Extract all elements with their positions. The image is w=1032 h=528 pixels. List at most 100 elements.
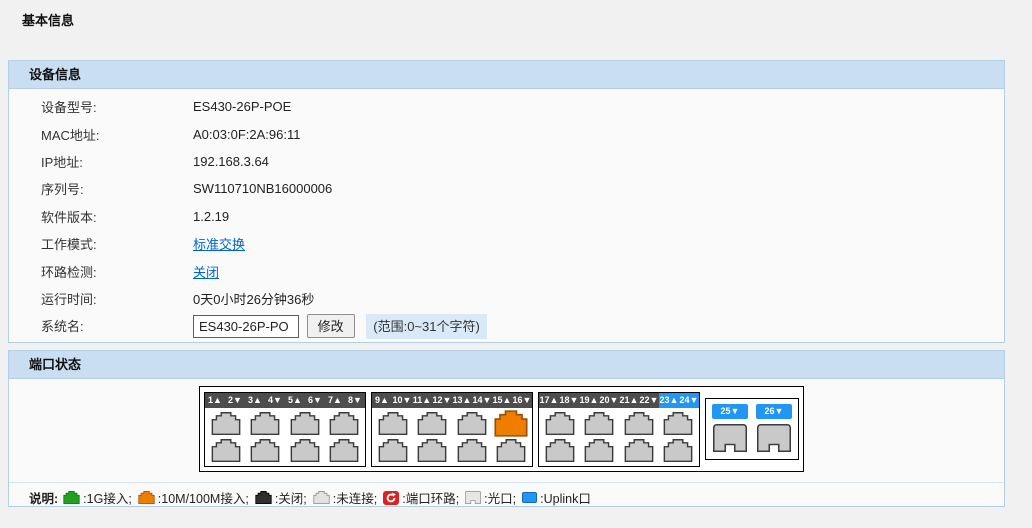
legend-rj45-icon [255,491,272,504]
legend-label-2: :10M/100M接入; [158,488,249,507]
row-label-software-version: 软件版本: [41,207,193,226]
legend-item-5: :端口环路; [383,488,459,507]
port-icon-10[interactable] [378,439,408,462]
fiber-port-25: 25▼ [712,404,748,452]
port-icon-12[interactable] [417,439,447,462]
system-name-label: 系统名: [41,316,193,335]
device-info-rows: 设备型号:ES430-26P-POEMAC地址:A0:03:0F:2A:96:1… [9,89,1004,312]
row-label-uptime: 运行时间: [41,289,193,308]
legend-uplink-icon [522,492,537,503]
row-value-uptime: 0天0小时26分钟36秒 [193,289,314,308]
port-label: 4▼ [265,393,285,408]
port-icon-16[interactable] [496,439,526,462]
device-info-row-software-version: 软件版本:1.2.19 [9,203,1004,230]
row-label-ip-address: IP地址: [41,152,193,171]
row-label-loop-detect: 环路检测: [41,262,193,281]
port-block-body [539,408,699,466]
system-name-input[interactable] [193,315,299,338]
port-block-body [372,408,532,466]
port-label: 8▼ [345,393,365,408]
port-label: 3▲ [245,393,265,408]
port-block-header: 1▲2▼3▲4▼5▲6▼7▲8▼ [205,393,365,408]
fiber-port-icon-26[interactable] [757,424,791,452]
port-icon-15[interactable] [494,410,529,436]
port-label: 5▲ [285,393,305,408]
port-row [540,437,698,464]
port-icon-2[interactable] [211,439,241,462]
port-label: 9▲ [372,393,392,408]
row-label-mac-address: MAC地址: [41,125,193,144]
port-label: 16▼ [512,393,532,408]
device-info-row-loop-detect: 环路检测:关闭 [9,257,1004,284]
modify-button[interactable]: 修改 [307,314,355,338]
device-info-panel: 设备信息 设备型号:ES430-26P-POEMAC地址:A0:03:0F:2A… [8,60,1005,343]
port-label: 11▲ [412,393,432,408]
port-icon-14[interactable] [457,439,487,462]
device-info-header: 设备信息 [9,61,1004,89]
port-row [206,410,364,437]
port-label: 22▼ [639,393,659,408]
port-icon-21[interactable] [624,412,654,435]
port-icon-7[interactable] [329,412,359,435]
port-icon-17[interactable] [545,412,575,435]
port-icon-1[interactable] [211,412,241,435]
fiber-port-26: 26▼ [756,404,792,452]
legend-item-2: :10M/100M接入; [138,488,249,507]
legend-item-7: :Uplink口 [522,488,591,507]
port-icon-23[interactable] [663,412,693,435]
port-icon-13[interactable] [457,412,487,435]
legend-label-3: :关闭; [275,488,307,507]
port-label: 23▲ [659,393,679,408]
legend-rj45-icon [138,491,155,504]
row-value-software-version: 1.2.19 [193,209,229,224]
legend-item-4: :未连接; [313,488,377,507]
legend-label-5: :端口环路; [402,488,459,507]
port-icon-5[interactable] [290,412,320,435]
legend-rj45-icon [63,491,80,504]
port-label: 2▼ [225,393,245,408]
port-block-header: 17▲18▼19▲20▼21▲22▼23▲24▼ [539,393,699,408]
port-legend: 说明: :1G接入;:10M/100M接入;:关闭;:未连接;:端口环路;:光口… [9,482,1004,512]
port-row [373,437,531,464]
port-block-header: 9▲10▼11▲12▼13▲14▼15▲16▼ [372,393,532,408]
port-label: 24▼ [679,393,699,408]
port-icon-4[interactable] [250,439,280,462]
port-icon-19[interactable] [584,412,614,435]
port-label: 17▲ [539,393,559,408]
port-label: 15▲ [492,393,512,408]
device-info-row-uptime: 运行时间:0天0小时26分钟36秒 [9,285,1004,312]
port-icon-22[interactable] [624,439,654,462]
port-icon-18[interactable] [545,439,575,462]
port-label: 14▼ [472,393,492,408]
row-value-ip-address: 192.168.3.64 [193,154,269,169]
fiber-port-icon-25[interactable] [713,424,747,452]
legend-loop-icon [383,491,399,505]
port-block-3: 17▲18▼19▲20▼21▲22▼23▲24▼ [538,392,700,467]
port-block-1: 1▲2▼3▲4▼5▲6▼7▲8▼ [204,392,366,467]
fiber-port-label-26: 26▼ [756,404,792,419]
port-row [206,437,364,464]
legend-item-3: :关闭; [255,488,307,507]
link-work-mode[interactable]: 标准交换 [193,237,245,252]
port-label: 7▲ [325,393,345,408]
device-info-row-mac-address: MAC地址:A0:03:0F:2A:96:11 [9,120,1004,147]
port-label: 1▲ [205,393,225,408]
port-status-header: 端口状态 [9,351,1004,379]
row-value-serial-number: SW110710NB16000006 [193,181,332,196]
port-icon-20[interactable] [584,439,614,462]
port-icon-9[interactable] [378,412,408,435]
device-info-row-work-mode: 工作模式:标准交换 [9,230,1004,257]
legend-label-6: :光口; [484,488,516,507]
port-icon-11[interactable] [417,412,447,435]
port-icon-24[interactable] [663,439,693,462]
legend-label-1: :1G接入; [83,488,132,507]
port-label: 20▼ [599,393,619,408]
device-info-row-serial-number: 序列号:SW110710NB16000006 [9,175,1004,202]
legend-label-4: :未连接; [333,488,377,507]
port-block-2: 9▲10▼11▲12▼13▲14▼15▲16▼ [371,392,533,467]
port-label: 13▲ [452,393,472,408]
port-icon-6[interactable] [290,439,320,462]
port-icon-3[interactable] [250,412,280,435]
port-icon-8[interactable] [329,439,359,462]
link-loop-detect[interactable]: 关闭 [193,265,219,280]
